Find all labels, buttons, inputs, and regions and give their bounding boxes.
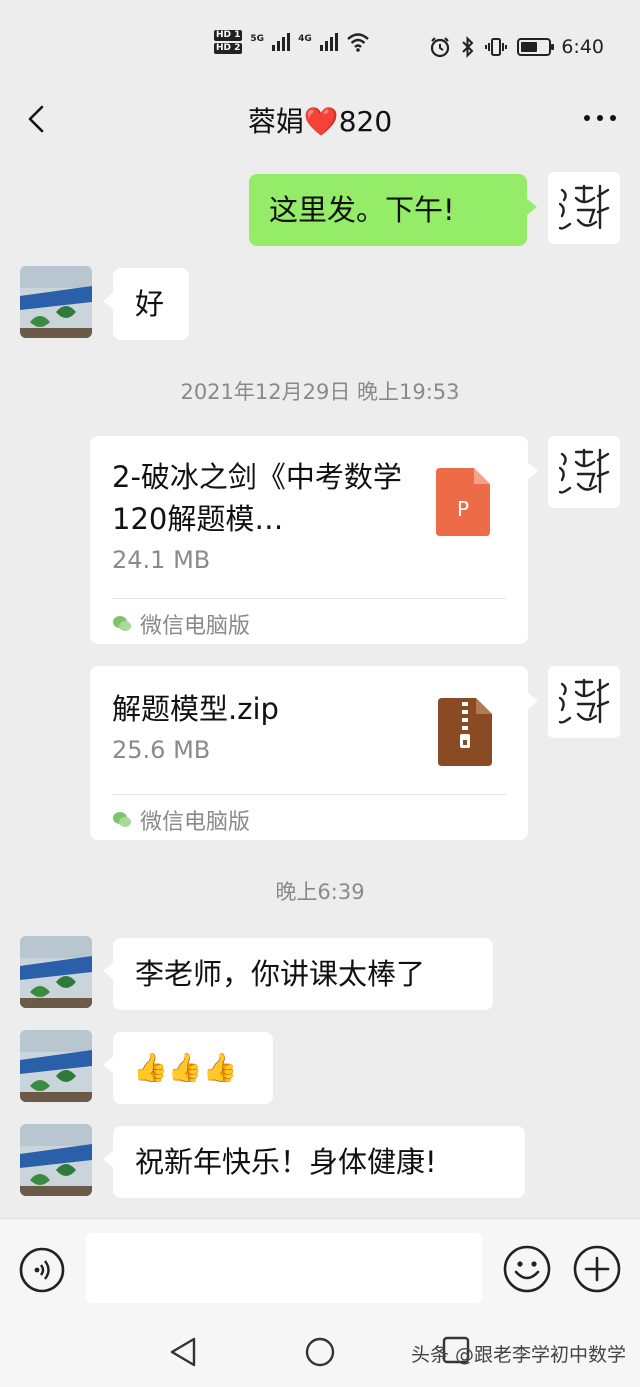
file-source-label: 微信电脑版 [140, 810, 251, 835]
hd-badges: HD 1 HD 2 [214, 30, 243, 54]
my-avatar[interactable] [548, 172, 620, 244]
avatar-photo [20, 266, 92, 338]
message-row: 祝新年快乐！身体健康! [0, 1124, 640, 1200]
wifi-icon [346, 33, 369, 52]
more-options-icon[interactable] [582, 106, 618, 130]
system-home-icon[interactable] [304, 1336, 336, 1368]
clock-time: 6:40 [561, 36, 604, 58]
chat-title: 蓉娟❤️820 [247, 105, 393, 138]
file-card-ppt[interactable]: 2-破冰之剑《中考数学120解题模… 24.1 MB P 微信电脑版 [90, 436, 538, 644]
file-card-zip[interactable]: 解题模型.zip 25.6 MB 微信电脑版 [90, 666, 538, 840]
status-right: 6:40 [429, 36, 604, 58]
avatar-photo [20, 1124, 92, 1196]
battery-level-fill [521, 42, 538, 52]
contact-avatar[interactable] [20, 266, 92, 338]
seal-logo-icon [558, 448, 610, 494]
message-bubble-theirs[interactable]: 👍👍👍 [103, 1032, 273, 1104]
file-name: 2-破冰之剑《中考数学120解题模… [112, 460, 402, 536]
status-bar: HD 1 HD 2 5G 4G 6:40 [0, 0, 640, 92]
message-bubble-mine[interactable]: 这里发。下午! [249, 174, 537, 246]
network-indicators: HD 1 HD 2 5G 4G [214, 30, 370, 54]
watermark-text: 头条 @跟老李学初中数学 [410, 1344, 626, 1366]
file-source: 微信电脑版 [112, 608, 250, 640]
wechat-icon [113, 616, 131, 631]
plus-icon[interactable] [572, 1244, 622, 1294]
system-back-icon[interactable] [168, 1336, 198, 1368]
wechat-icon [113, 812, 131, 827]
contact-avatar[interactable] [20, 1124, 92, 1196]
timestamp: 2021年12月29日 晚上19:53 [180, 380, 460, 404]
file-message-row: 2-破冰之剑《中考数学120解题模… 24.1 MB P 微信电脑版 [0, 436, 640, 646]
message-row: 李老师，你讲课太棒了 [0, 936, 640, 1012]
seal-logo-icon [558, 184, 610, 230]
network-type-2: 4G [298, 34, 312, 44]
avatar-photo [20, 1030, 92, 1102]
emoji-icon[interactable] [502, 1244, 552, 1294]
vibrate-icon [485, 38, 508, 56]
alarm-icon [431, 37, 450, 58]
message-input[interactable] [86, 1233, 482, 1303]
message-bubble-theirs[interactable]: 好 [103, 268, 189, 340]
contact-avatar[interactable] [20, 936, 92, 1008]
battery-icon [517, 38, 555, 56]
message-bubble-theirs[interactable]: 祝新年快乐！身体健康! [103, 1126, 525, 1198]
signal-icon-1 [272, 33, 291, 51]
my-avatar[interactable] [548, 436, 620, 508]
seal-logo-icon [558, 678, 610, 724]
zip-file-icon [438, 698, 492, 766]
hd1-badge: HD 1 [214, 30, 243, 41]
bluetooth-icon [462, 36, 474, 58]
message-row: 这里发。下午! [0, 172, 640, 248]
file-name: 解题模型.zip [112, 692, 279, 726]
file-source-label: 微信电脑版 [140, 614, 251, 639]
message-bubble-theirs[interactable]: 李老师，你讲课太棒了 [103, 938, 493, 1010]
timestamp: 晚上6:39 [275, 880, 365, 904]
divider [112, 598, 506, 599]
signal-icon-2 [319, 33, 338, 51]
network-type-1: 5G [250, 34, 265, 44]
file-message-row: 解题模型.zip 25.6 MB 微信电脑版 [0, 666, 640, 842]
file-size: 25.6 MB [112, 736, 211, 764]
divider [112, 794, 506, 795]
file-source: 微信电脑版 [112, 804, 250, 836]
my-avatar[interactable] [548, 666, 620, 738]
chat-header: 蓉娟❤️820 [0, 92, 640, 146]
message-row: 好 [0, 266, 640, 342]
file-size: 24.1 MB [112, 546, 211, 574]
ppt-icon-letter: P [457, 497, 469, 521]
system-nav-bar: 头条 @跟老李学初中数学 [0, 1316, 640, 1387]
input-bar [0, 1218, 640, 1316]
ppt-file-icon: P [436, 468, 490, 536]
avatar-photo [20, 936, 92, 1008]
contact-avatar[interactable] [20, 1030, 92, 1102]
message-row: 👍👍👍 [0, 1030, 640, 1106]
voice-input-icon[interactable] [18, 1246, 66, 1294]
hd2-badge: HD 2 [214, 43, 243, 54]
